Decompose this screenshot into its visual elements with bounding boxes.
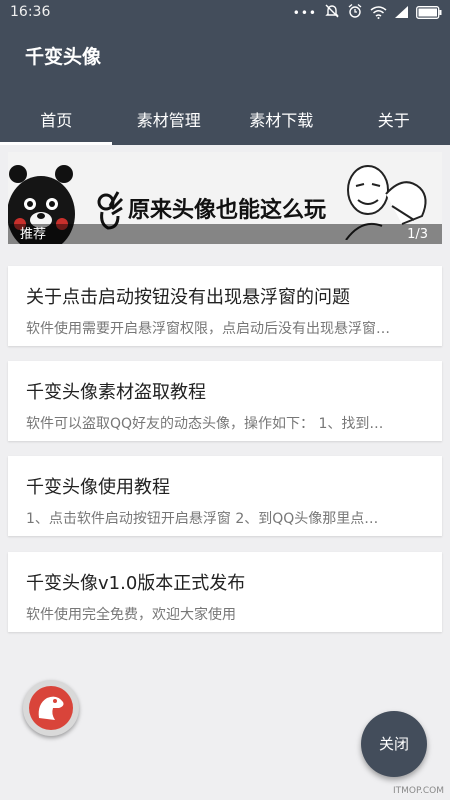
banner-text: 原来头像也能这么玩 — [128, 198, 327, 223]
tab-about[interactable]: 关于 — [338, 95, 450, 145]
close-button[interactable]: 关闭 — [361, 711, 427, 777]
article-title: 千变头像使用教程 — [26, 477, 170, 498]
article-card[interactable]: 千变头像使用教程 1、点击软件启动按钮开启悬浮窗 2、到QQ头像那里点… — [8, 456, 442, 536]
article-desc: 软件可以盗取QQ好友的动态头像，操作如下： 1、找到… — [26, 416, 384, 432]
article-card[interactable]: 千变头像v1.0版本正式发布 软件使用完全免费，欢迎大家使用 — [8, 552, 442, 632]
article-card[interactable]: 关于点击启动按钮没有出现悬浮窗的问题 软件使用需要开启悬浮窗权限，点启动后没有出… — [8, 266, 442, 346]
article-title: 千变头像v1.0版本正式发布 — [26, 573, 246, 594]
alarm-icon — [347, 3, 363, 23]
banner-page-indicator: 1/3 — [407, 227, 428, 242]
tab-material-download[interactable]: 素材下载 — [225, 95, 338, 145]
status-time: 16:36 — [10, 4, 51, 20]
article-desc: 软件使用完全免费，欢迎大家使用 — [26, 607, 236, 623]
article-desc: 软件使用需要开启悬浮窗权限，点启动后没有出现悬浮窗… — [26, 321, 390, 337]
mute-icon — [324, 3, 340, 23]
tab-material-manage[interactable]: 素材管理 — [113, 95, 226, 145]
tab-home[interactable]: 首页 — [0, 95, 113, 145]
article-card[interactable]: 千变头像素材盗取教程 软件可以盗取QQ好友的动态头像，操作如下： 1、找到… — [8, 361, 442, 441]
signal-icon — [394, 4, 409, 23]
battery-icon — [416, 4, 442, 23]
tab-bar: 首页 素材管理 素材下载 关于 — [0, 95, 450, 145]
status-bar: 16:36 ••• — [0, 0, 450, 26]
banner-carousel[interactable]: 原来头像也能这么玩 推荐 1/3 — [8, 152, 442, 244]
wifi-icon — [370, 4, 387, 23]
floating-launcher-button[interactable] — [23, 680, 79, 736]
watermark: ITMOP.COM — [392, 786, 444, 796]
dinosaur-icon — [29, 686, 73, 730]
banner-caption-bar: 推荐 1/3 — [8, 224, 442, 244]
app-title: 千变头像 — [25, 46, 102, 68]
status-icons: ••• — [292, 3, 442, 23]
more-dots-icon: ••• — [292, 6, 317, 20]
article-title: 关于点击启动按钮没有出现悬浮窗的问题 — [26, 287, 350, 308]
app-header: 16:36 ••• 千变头像 首页 素材管理 素材下载 关于 — [0, 0, 450, 145]
article-desc: 1、点击软件启动按钮开启悬浮窗 2、到QQ头像那里点… — [26, 511, 379, 527]
article-title: 千变头像素材盗取教程 — [26, 382, 206, 403]
banner-tag: 推荐 — [20, 227, 47, 242]
